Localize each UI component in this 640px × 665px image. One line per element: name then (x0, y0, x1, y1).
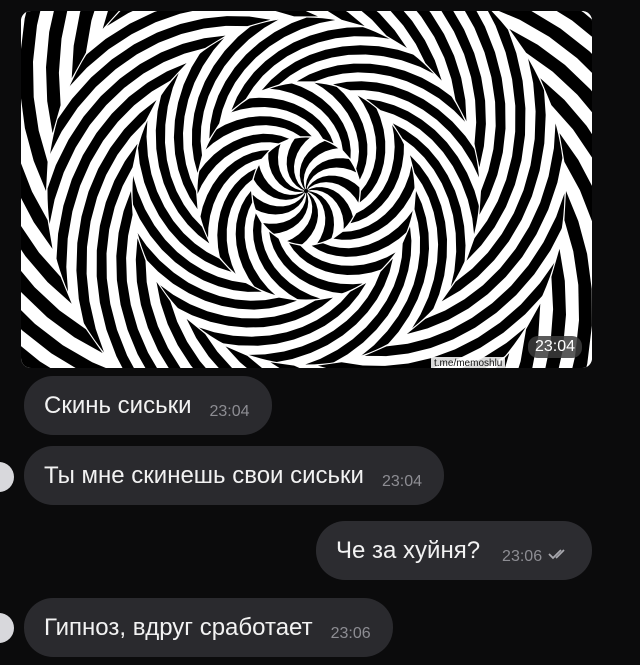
message-text: Че за хуйня? (336, 536, 481, 564)
message-bubble-incoming[interactable]: Гипноз, вдруг сработает 23:06 (24, 598, 393, 657)
image-message[interactable]: t.me/memoshlu 23:04 (21, 11, 592, 368)
read-double-check-icon (548, 547, 570, 565)
message-time: 23:06 (330, 624, 371, 642)
hypnotic-spiral-image (21, 11, 592, 368)
image-timestamp: 23:04 (527, 336, 582, 358)
message-time: 23:04 (381, 472, 422, 490)
image-watermark: t.me/memoshlu (431, 357, 506, 368)
message-bubble-incoming[interactable]: Ты мне скинешь свои сиськи 23:04 (24, 446, 444, 505)
sender-avatar[interactable] (0, 462, 14, 492)
message-bubble-incoming[interactable]: Скинь сиськи 23:04 (24, 376, 272, 435)
message-text: Скинь сиськи (44, 391, 192, 419)
sender-avatar[interactable] (0, 613, 14, 643)
message-text: Ты мне скинешь свои сиськи (44, 461, 364, 489)
message-text: Гипноз, вдруг сработает (44, 613, 313, 641)
message-time: 23:06 (502, 547, 543, 565)
message-time: 23:04 (209, 402, 250, 420)
message-bubble-outgoing[interactable]: Че за хуйня? 23:06 (316, 521, 593, 580)
